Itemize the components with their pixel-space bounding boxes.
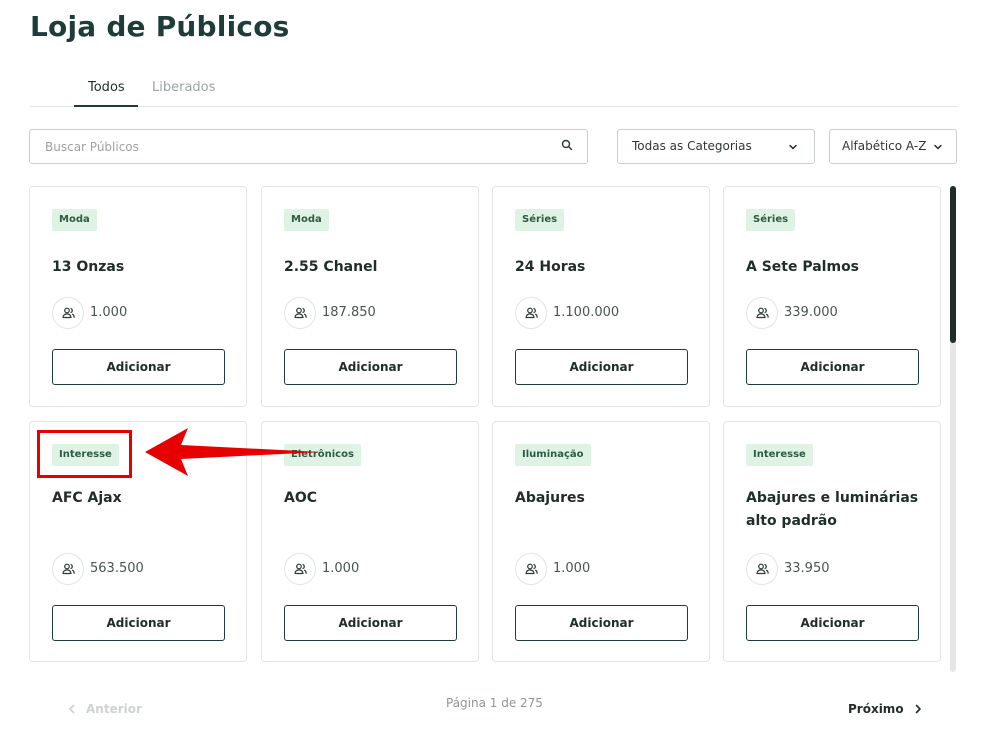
category-badge: Moda <box>52 209 97 231</box>
audience-count: 563.500 <box>90 561 144 576</box>
category-badge: Séries <box>515 209 565 231</box>
category-select[interactable]: Todas as Categorias <box>617 129 815 164</box>
chevron-down-icon <box>789 144 797 150</box>
tab-todos[interactable]: Todos <box>88 80 125 95</box>
people-icon <box>515 553 547 585</box>
card-title: A Sete Palmos <box>746 259 860 275</box>
next-page-button[interactable]: Próximo <box>848 702 922 716</box>
card-title: 2.55 Chanel <box>284 259 378 275</box>
next-page-label: Próximo <box>848 702 904 716</box>
add-button[interactable]: Adicionar <box>52 349 225 385</box>
search-icon[interactable] <box>561 139 573 151</box>
audience-count: 1.000 <box>90 305 128 320</box>
search-box[interactable] <box>29 129 588 164</box>
chevron-left-icon <box>69 704 75 714</box>
category-badge: Séries <box>746 209 796 231</box>
audience-card: Moda 13 Onzas 1.000 Adicionar <box>29 186 247 407</box>
card-title: AFC Ajax <box>52 490 122 506</box>
chevron-right-icon <box>915 704 921 714</box>
add-button[interactable]: Adicionar <box>284 349 457 385</box>
annotation-highlight-box <box>37 430 132 478</box>
add-button[interactable]: Adicionar <box>515 349 688 385</box>
prev-page-button: Anterior <box>68 702 142 716</box>
add-button[interactable]: Adicionar <box>52 605 225 641</box>
audience-card: Moda 2.55 Chanel 187.850 Adicionar <box>261 186 479 407</box>
page-title: Loja de Públicos <box>30 10 290 43</box>
audience-count: 1.000 <box>322 561 360 576</box>
sort-select[interactable]: Alfabético A-Z <box>829 129 957 164</box>
people-icon <box>284 553 316 585</box>
audience-card: Séries 24 Horas 1.100.000 Adicionar <box>492 186 710 407</box>
card-title: 24 Horas <box>515 259 586 275</box>
category-badge: Iluminação <box>515 444 591 466</box>
tab-liberados[interactable]: Liberados <box>152 80 215 95</box>
people-icon <box>515 297 547 329</box>
audience-count: 33.950 <box>784 561 830 576</box>
card-title: Abajures <box>515 490 585 506</box>
people-icon <box>52 297 84 329</box>
audience-count: 339.000 <box>784 305 838 320</box>
add-button[interactable]: Adicionar <box>746 605 919 641</box>
people-icon <box>746 297 778 329</box>
category-badge: Interesse <box>746 444 813 466</box>
audience-card: Séries A Sete Palmos 339.000 Adicionar <box>723 186 941 407</box>
prev-page-label: Anterior <box>86 702 142 716</box>
add-button[interactable]: Adicionar <box>284 605 457 641</box>
card-title: 13 Onzas <box>52 259 125 275</box>
category-badge: Moda <box>284 209 329 231</box>
audience-card: Interesse Abajures e luminárias alto pad… <box>723 421 941 662</box>
audience-count: 1.100.000 <box>553 305 620 320</box>
sort-select-value: Alfabético A-Z <box>842 139 927 153</box>
scrollbar-thumb[interactable] <box>950 186 956 343</box>
page-indicator: Página 1 de 275 <box>446 696 543 710</box>
annotation-arrow-icon <box>145 428 321 476</box>
add-button[interactable]: Adicionar <box>746 349 919 385</box>
people-icon <box>52 553 84 585</box>
add-button[interactable]: Adicionar <box>515 605 688 641</box>
card-title: Abajures e luminárias alto padrão <box>746 490 919 529</box>
card-title: AOC <box>284 490 318 506</box>
chevron-down-icon <box>934 144 942 150</box>
tab-bar: Todos Liberados <box>30 72 958 107</box>
active-tab-indicator <box>74 105 138 107</box>
scrollbar[interactable] <box>950 186 956 672</box>
people-icon <box>746 553 778 585</box>
audience-count: 1.000 <box>553 561 591 576</box>
audience-count: 187.850 <box>322 305 376 320</box>
people-icon <box>284 297 316 329</box>
audience-card: Iluminação Abajures 1.000 Adicionar <box>492 421 710 662</box>
search-input[interactable] <box>45 130 545 163</box>
category-select-value: Todas as Categorias <box>632 139 752 153</box>
